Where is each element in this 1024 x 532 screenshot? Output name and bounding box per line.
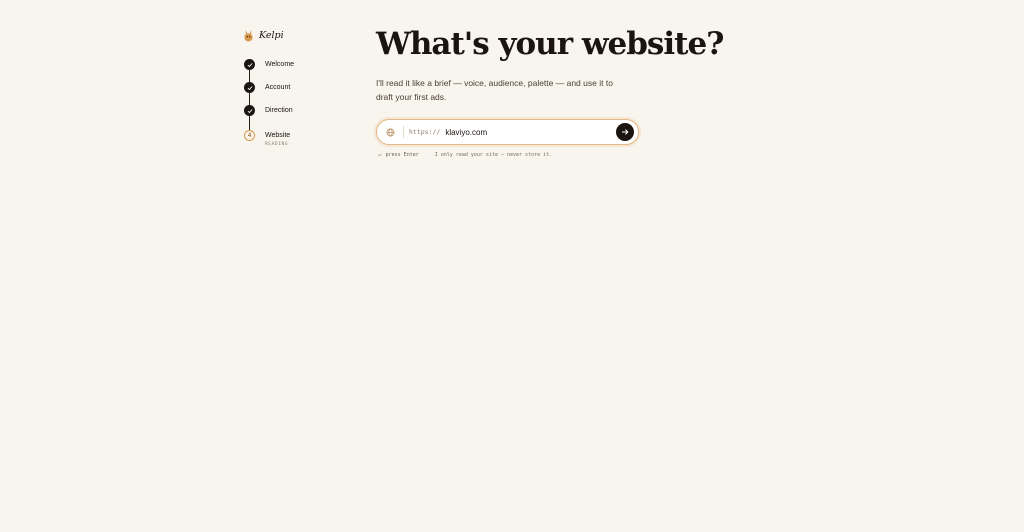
check-icon	[244, 82, 255, 93]
check-icon	[244, 105, 255, 116]
step-status: READING	[265, 142, 289, 147]
page-title: What's your website?	[376, 26, 724, 62]
website-url-input[interactable]	[445, 125, 606, 139]
onboarding-page: Kelpi Welcome Account Direction 4 Websit…	[0, 0, 1024, 532]
step-label: Direction	[265, 107, 293, 114]
field-divider	[403, 126, 404, 138]
step-website[interactable]: 4 Website READING	[244, 130, 290, 147]
step-label: Account	[265, 84, 291, 91]
check-icon	[244, 59, 255, 70]
step-label: Website	[265, 132, 291, 139]
url-scheme-prefix: https://	[409, 128, 441, 136]
brand: Kelpi	[243, 29, 284, 42]
step-label: Welcome	[265, 61, 295, 68]
submit-url-button[interactable]	[616, 123, 634, 141]
brand-name: Kelpi	[259, 30, 284, 41]
privacy-note: I only read your site — never store it.	[434, 151, 553, 158]
kelpi-logo-icon	[244, 30, 253, 42]
website-url-field[interactable]: https://	[376, 119, 639, 145]
enter-hint-label: press Enter	[385, 151, 419, 158]
step-direction[interactable]: Direction	[244, 105, 293, 116]
step-account[interactable]: Account	[244, 82, 290, 93]
enter-key-icon: ↵	[378, 151, 382, 158]
step-welcome[interactable]: Welcome	[244, 59, 294, 70]
arrow-right-icon	[622, 129, 629, 135]
steps-connector	[249, 69, 250, 137]
input-hint: ↵ press Enter I only read your site — ne…	[378, 151, 552, 158]
page-subtitle: I'll read it like a brief — voice, audie…	[376, 78, 613, 102]
step-number: 4	[244, 130, 255, 141]
globe-icon	[386, 128, 395, 136]
